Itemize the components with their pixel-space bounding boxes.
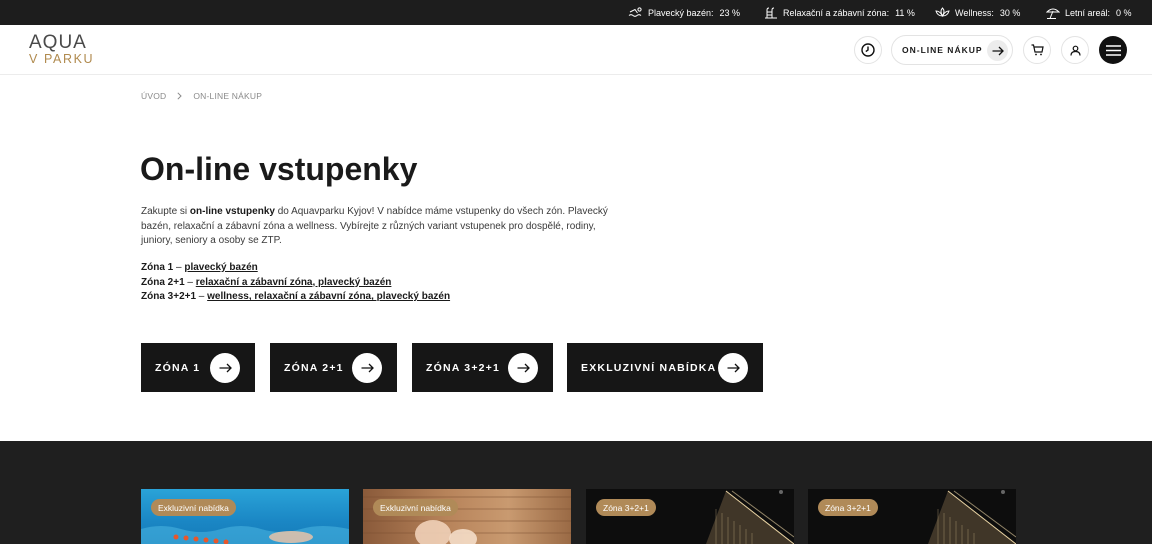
user-icon — [1069, 45, 1081, 56]
offer-card[interactable]: Zóna 3+2+1 — [586, 489, 794, 544]
opening-hours-button[interactable] — [854, 36, 882, 64]
logo-line-1: AQUA — [29, 32, 87, 53]
pool-ladder-icon — [765, 7, 777, 18]
breadcrumb-current: ON-LINE NÁKUP — [193, 91, 263, 101]
offer-card[interactable]: Exkluzivní nabídka — [363, 489, 571, 544]
zone-1-button-label: ZÓNA 1 — [155, 361, 201, 374]
offer-card[interactable]: Exkluzivní nabídka — [141, 489, 349, 544]
zone-link[interactable]: plavecký bazén — [184, 262, 257, 273]
arrow-right-icon — [352, 353, 382, 383]
zone-name: Zóna 2+1 — [141, 276, 185, 288]
offer-badge: Zóna 3+2+1 — [818, 499, 878, 516]
offer-card-image — [808, 489, 1016, 544]
offer-card-image — [363, 489, 571, 544]
hamburger-icon — [1105, 44, 1121, 56]
occupancy-value: 23 % — [719, 7, 741, 18]
swimmer-icon — [628, 7, 642, 17]
occupancy-item-summer: Letní areál: 0 % — [1046, 0, 1132, 25]
zone-dash: – — [173, 262, 185, 273]
cart-icon — [1031, 44, 1044, 56]
zone-dash: – — [184, 276, 196, 288]
chevron-right-icon — [177, 92, 183, 100]
beach-umbrella-icon — [1046, 8, 1060, 19]
menu-button[interactable] — [1099, 36, 1127, 64]
occupancy-item-pool: Plavecký bazén: 23 % — [628, 0, 740, 25]
occupancy-value: 30 % — [999, 7, 1021, 18]
cart-button[interactable] — [1023, 36, 1051, 64]
online-shop-button[interactable]: ON-LINE NÁKUP — [891, 35, 1013, 65]
offer-card[interactable]: Zóna 3+2+1 — [808, 489, 1016, 544]
zone-name: Zóna 3+2+1 — [141, 291, 197, 303]
logo[interactable]: AQUA V PARKU — [29, 33, 94, 66]
site-header: AQUA V PARKU ON-LINE NÁKUP — [0, 25, 1152, 75]
clock-icon — [861, 43, 875, 57]
occupancy-value: 0 % — [1116, 7, 1132, 18]
breadcrumb: ÚVOD ON-LINE NÁKUP — [141, 91, 262, 101]
exclusive-offer-button-label: EXKLUZIVNÍ NABÍDKA — [581, 361, 717, 374]
offer-card-image — [141, 489, 349, 544]
zone-3-button-label: ZÓNA 3+2+1 — [426, 361, 501, 374]
arrow-right-icon — [508, 353, 538, 383]
intro-text-bold: on-line vstupenky — [189, 206, 275, 217]
zone-dash: – — [196, 291, 208, 303]
zone-list-item: Zóna 1 – plavecký bazén — [141, 261, 450, 276]
zone-link[interactable]: wellness, relaxační a zábavní zóna, plav… — [207, 291, 450, 302]
zone-2-button-label: ZÓNA 2+1 — [284, 361, 344, 374]
occupancy-label: Relaxační a zábavní zóna: — [783, 7, 890, 18]
lotus-icon — [935, 7, 950, 17]
exclusive-offer-button[interactable]: EXKLUZIVNÍ NABÍDKA — [567, 343, 763, 392]
zone-list: Zóna 1 – plavecký bazén Zóna 2+1 – relax… — [141, 261, 450, 305]
offer-card-image — [586, 489, 794, 544]
breadcrumb-home[interactable]: ÚVOD — [141, 91, 166, 101]
zone-link[interactable]: relaxační a zábavní zóna, plavecký bazén — [196, 277, 392, 288]
zone-3-button[interactable]: ZÓNA 3+2+1 — [412, 343, 553, 392]
zone-name: Zóna 1 — [141, 262, 174, 273]
intro-text: Zakupte si on-line vstupenky do Aquavpar… — [141, 205, 611, 249]
zone-1-button[interactable]: ZÓNA 1 — [141, 343, 255, 392]
logo-line-2: V PARKU — [29, 52, 95, 66]
offer-badge: Exkluzivní nabídka — [373, 499, 458, 516]
occupancy-item-wellness: Wellness: 30 % — [935, 0, 1020, 25]
occupancy-value: 11 % — [895, 7, 915, 18]
arrow-right-icon — [987, 40, 1008, 61]
arrow-right-icon — [210, 353, 240, 383]
zone-list-item: Zóna 2+1 – relaxační a zábavní zóna, pla… — [141, 276, 450, 291]
zone-2-button[interactable]: ZÓNA 2+1 — [270, 343, 397, 392]
page-title: On-line vstupenky — [140, 151, 418, 187]
occupancy-label: Plavecký bazén: — [648, 7, 714, 18]
occupancy-bar: Plavecký bazén: 23 % Relaxační a zábavní… — [0, 0, 1152, 25]
offer-badge: Zóna 3+2+1 — [596, 499, 656, 516]
occupancy-label: Wellness: — [955, 7, 994, 18]
occupancy-item-relax: Relaxační a zábavní zóna: 11 % — [764, 0, 915, 25]
zone-list-item: Zóna 3+2+1 – wellness, relaxační a zábav… — [141, 290, 450, 305]
occupancy-label: Letní areál: — [1065, 7, 1111, 18]
arrow-right-icon — [718, 353, 748, 383]
online-shop-label: ON-LINE NÁKUP — [902, 45, 983, 55]
intro-text-start: Zakupte si — [141, 206, 190, 217]
account-button[interactable] — [1061, 36, 1089, 64]
offer-badge: Exkluzivní nabídka — [151, 499, 236, 516]
